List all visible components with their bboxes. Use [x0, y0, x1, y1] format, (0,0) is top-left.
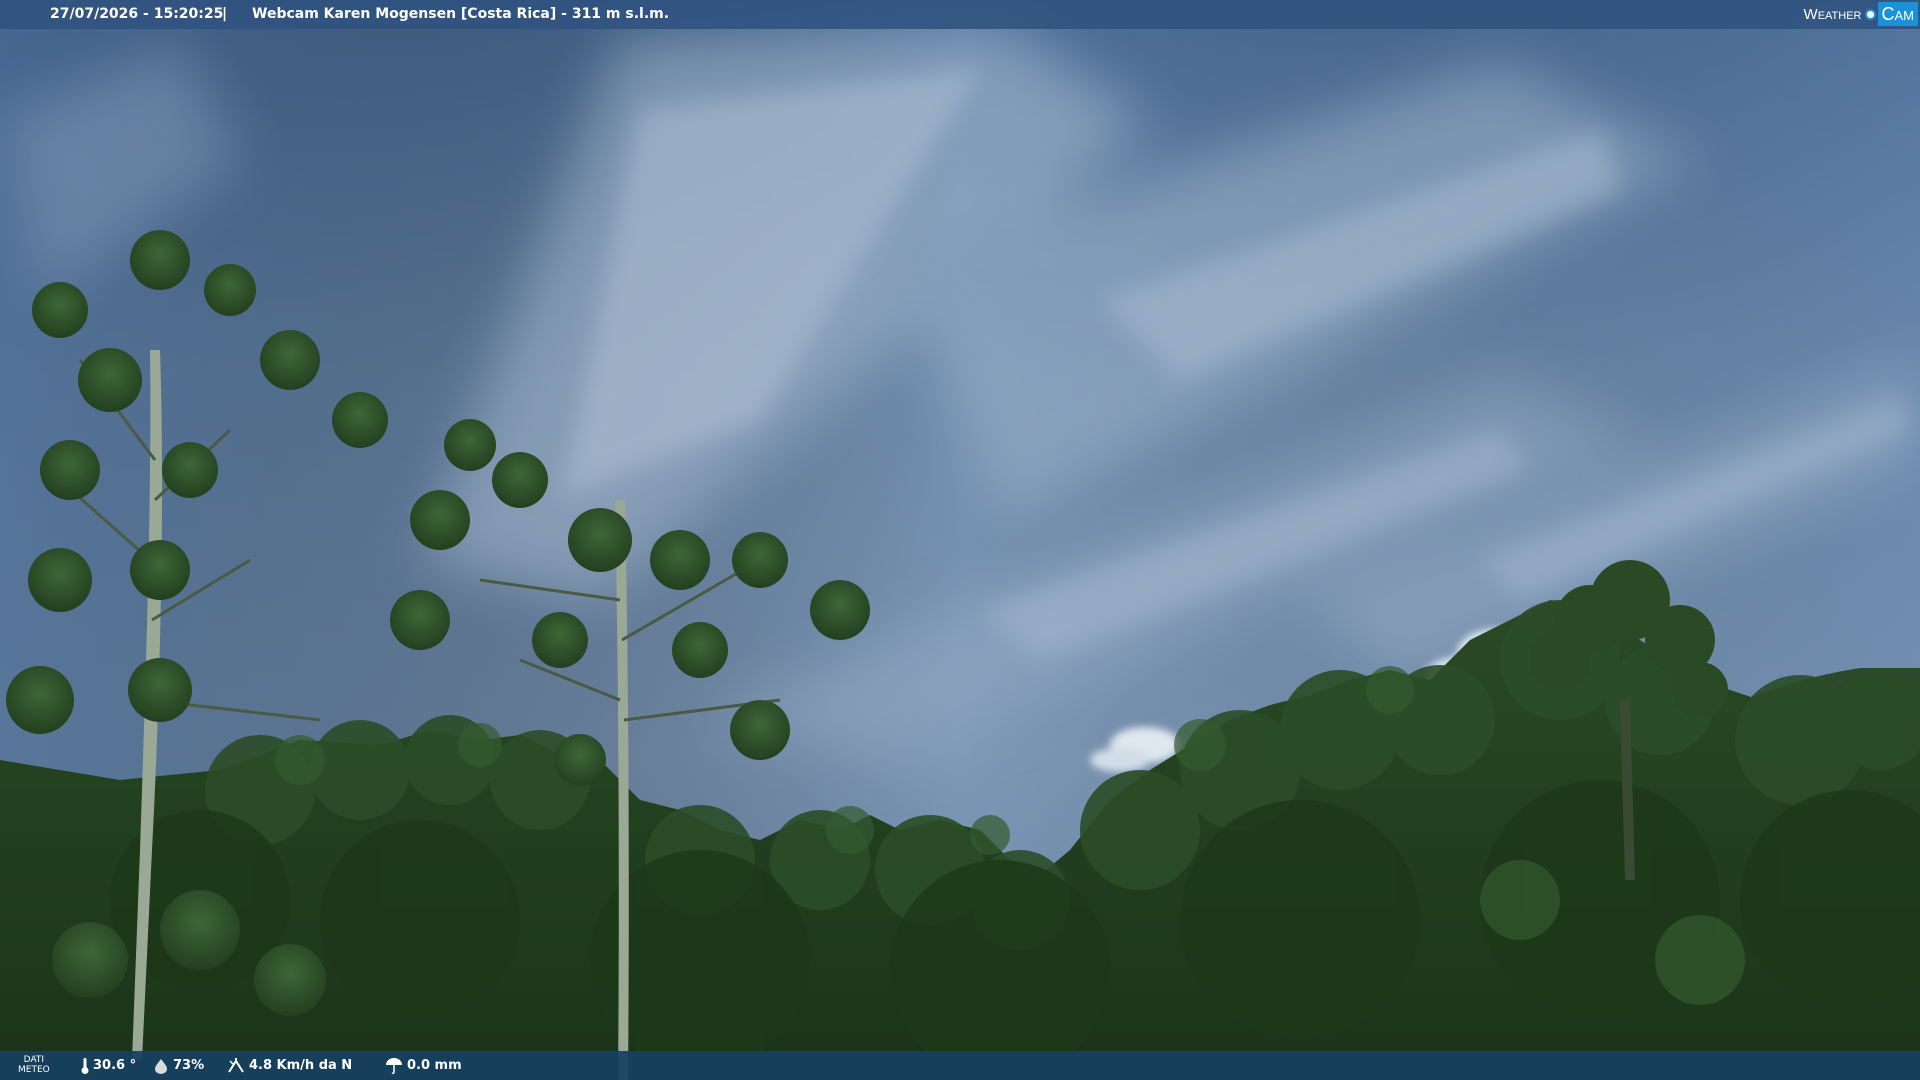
webcam-frame: 27/07/2026 - 15:20:25 | Webcam Karen Mog… — [0, 0, 1920, 1080]
weather-section-label: DATI METEO — [18, 1055, 50, 1075]
temperature-reading: 30.6 ° — [80, 1051, 136, 1080]
logo-dot-icon — [1864, 8, 1876, 20]
humidity-drop-icon — [155, 1058, 167, 1074]
temperature-value: 30.6 ° — [93, 1058, 137, 1073]
rain-reading: 0.0 mm — [384, 1051, 462, 1080]
weathercam-logo: Weather Cam — [1804, 1, 1918, 27]
rain-icon — [386, 1057, 402, 1074]
weather-label-line1: DATI — [23, 1055, 45, 1065]
wind-value: 4.8 Km/h da N — [249, 1058, 353, 1073]
rain-value: 0.0 mm — [407, 1058, 462, 1073]
wind-reading: 4.8 Km/h da N — [226, 1051, 352, 1080]
humidity-reading: 73% — [152, 1051, 204, 1080]
top-info-bar: 27/07/2026 - 15:20:25 | Webcam Karen Mog… — [0, 0, 1920, 29]
logo-word-weather: Weather — [1803, 5, 1862, 23]
timestamp: 27/07/2026 - 15:20:25 — [50, 6, 224, 22]
logo-word-cam: Cam — [1877, 2, 1918, 26]
thermometer-icon — [81, 1057, 89, 1074]
separator: | — [222, 6, 228, 22]
wind-icon — [228, 1057, 244, 1073]
webcam-title: Webcam Karen Mogensen [Costa Rica] - 311… — [252, 6, 670, 22]
weather-data-bar: DATI METEO 30.6 ° 73% 4.8 Km/h da N 0.0 … — [0, 1051, 1920, 1080]
weather-label-line2: METEO — [18, 1065, 50, 1075]
webcam-image — [0, 0, 1920, 1080]
humidity-value: 73% — [173, 1058, 205, 1073]
